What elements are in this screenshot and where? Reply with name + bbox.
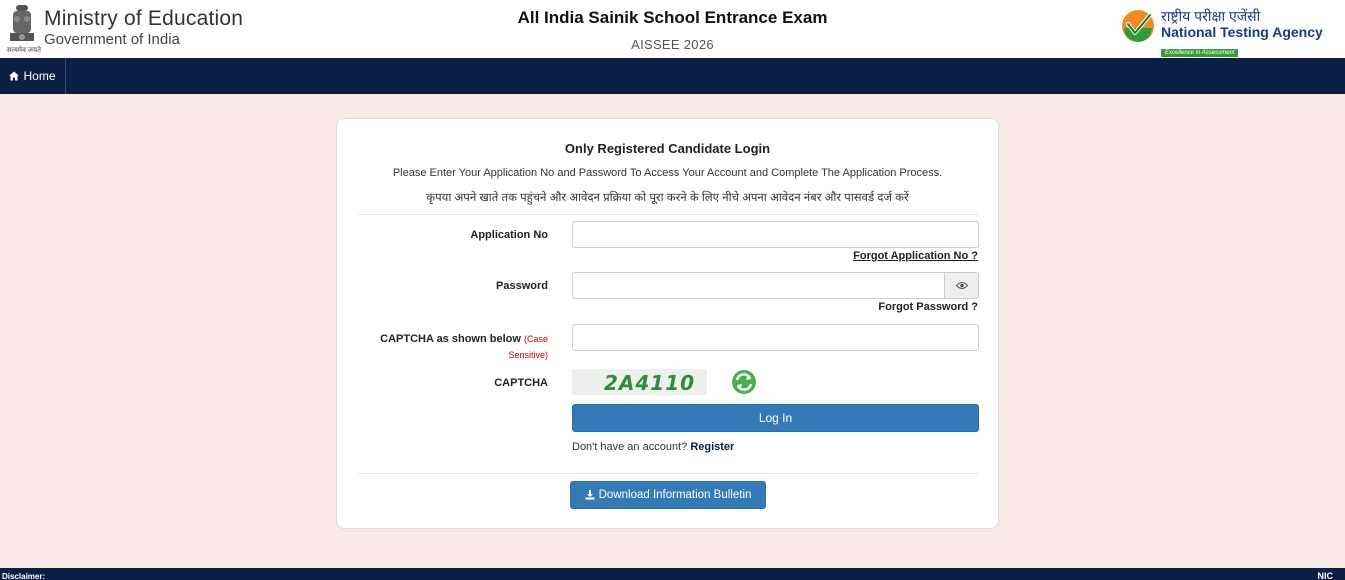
login-button[interactable]: Log In: [572, 404, 979, 432]
register-prompt: Don't have an account? Register: [572, 441, 734, 453]
login-card: Only Registered Candidate Login Please E…: [336, 118, 999, 529]
captcha-input-label-group: CAPTCHA as shown below (Case Sensitive): [357, 331, 548, 363]
captcha-input-label: CAPTCHA as shown below: [380, 333, 521, 345]
captcha-text: 2A4110: [604, 371, 696, 395]
nav-home-link[interactable]: Home: [0, 58, 66, 94]
captcha-input[interactable]: [572, 324, 979, 351]
password-input[interactable]: [572, 272, 944, 299]
nta-logo-icon: [1122, 10, 1154, 42]
nic-logo: NIC: [1317, 571, 1334, 580]
captcha-label: CAPTCHA: [494, 377, 548, 389]
download-bulletin-button[interactable]: Download Information Bulletin: [570, 481, 766, 509]
nta-english-name: National Testing Agency: [1161, 24, 1323, 40]
download-icon: [585, 490, 595, 500]
nta-hindi-name: राष्ट्रीय परीक्षा एजेंसी: [1161, 8, 1261, 24]
nta-brand: राष्ट्रीय परीक्षा एजेंसी National Testin…: [1161, 8, 1323, 59]
divider: [357, 214, 978, 215]
site-footer: Disclaimer: NIC: [0, 568, 1345, 580]
nav-home-label: Home: [23, 69, 56, 83]
divider: [357, 473, 978, 474]
eye-icon: [955, 282, 968, 289]
disclaimer-label: Disclaimer:: [2, 572, 46, 580]
home-icon: [9, 71, 20, 81]
main-navbar: Home: [0, 58, 1345, 94]
no-account-text: Don't have an account?: [572, 441, 688, 453]
download-bulletin-label: Download Information Bulletin: [598, 489, 752, 501]
application-no-input[interactable]: [572, 221, 979, 248]
captcha-image: 2A4110: [572, 369, 707, 395]
forgot-application-link[interactable]: Forgot Application No ?: [853, 250, 978, 262]
password-label: Password: [496, 280, 548, 292]
site-header: सत्यमेव जयते Ministry of Education Gover…: [0, 0, 1345, 58]
password-field-group: [572, 272, 979, 299]
show-password-button[interactable]: [944, 272, 979, 299]
login-instruction-english: Please Enter Your Application No and Pas…: [392, 167, 943, 179]
register-link[interactable]: Register: [690, 441, 734, 453]
login-instruction-hindi: कृपया अपने खाते तक पहुंचने और आवेदन प्रक…: [426, 192, 909, 204]
application-no-label: Application No: [470, 229, 548, 241]
forgot-password-link[interactable]: Forgot Password ?: [878, 301, 978, 313]
login-title: Only Registered Candidate Login: [564, 141, 771, 156]
nta-tagline: Excellence in Assessment: [1161, 49, 1239, 57]
refresh-captcha-icon[interactable]: [731, 369, 757, 395]
